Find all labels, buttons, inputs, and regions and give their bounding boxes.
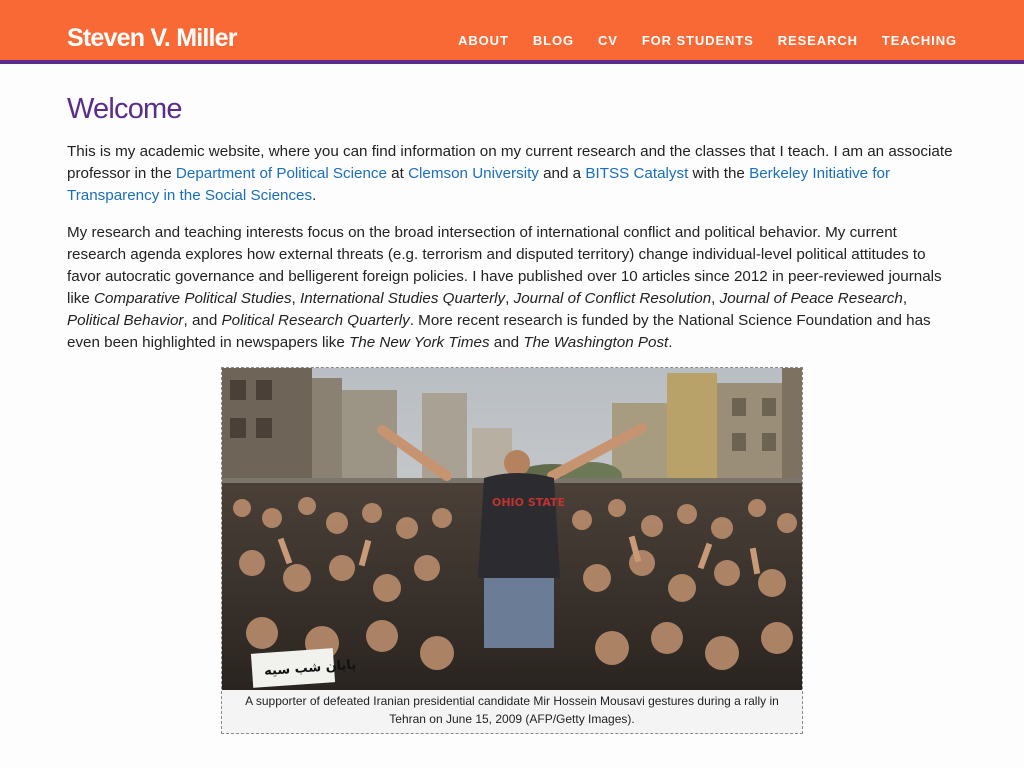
- journal-title: Journal of Conflict Resolution: [513, 290, 712, 307]
- figure-caption: A supporter of defeated Iranian presiden…: [245, 694, 779, 726]
- separator: ,: [711, 290, 720, 307]
- research-text: .: [668, 334, 673, 351]
- rally-photo: OHIO STATE پایان شب سیه: [222, 368, 802, 690]
- intro-text: with the: [688, 165, 750, 182]
- page-title: Welcome: [67, 93, 183, 125]
- separator: , and: [183, 312, 222, 329]
- intro-paragraph: This is my academic website, where you c…: [67, 141, 959, 207]
- separator: ,: [505, 290, 514, 307]
- main-nav: ABOUT BLOG CV FOR STUDENTS RESEARCH TEAC…: [458, 33, 957, 49]
- intro-text: and a: [538, 165, 586, 182]
- journal-title: Comparative Political Studies: [94, 290, 292, 307]
- intro-text: .: [312, 187, 317, 204]
- journal-title: International Studies Quarterly: [300, 290, 506, 307]
- link-bitss-catalyst[interactable]: BITSS Catalyst: [585, 165, 688, 182]
- link-clemson-university[interactable]: Clemson University: [408, 165, 539, 182]
- separator: ,: [902, 290, 908, 307]
- link-political-science-dept[interactable]: Department of Political Science: [176, 165, 387, 182]
- newspaper-title: The New York Times: [349, 334, 490, 351]
- nav-about[interactable]: ABOUT: [458, 33, 509, 49]
- separator: ,: [291, 290, 300, 307]
- main-content: Welcome This is my academic website, whe…: [67, 90, 959, 369]
- featured-figure: OHIO STATE پایان شب سیه A supporter of d…: [221, 367, 803, 734]
- research-paragraph: My research and teaching interests focus…: [67, 222, 959, 354]
- nav-blog[interactable]: BLOG: [533, 33, 574, 49]
- journal-title: Political Behavior: [67, 312, 184, 329]
- journal-title: Political Research Quarterly: [221, 312, 410, 329]
- site-header: Steven V. Miller ABOUT BLOG CV FOR STUDE…: [0, 0, 1024, 64]
- nav-for-students[interactable]: FOR STUDENTS: [642, 33, 754, 49]
- nav-research[interactable]: RESEARCH: [778, 33, 858, 49]
- nav-teaching[interactable]: TEACHING: [882, 33, 957, 49]
- newspaper-title: The Washington Post: [523, 334, 669, 351]
- nav-cv[interactable]: CV: [598, 33, 618, 49]
- intro-text: at: [386, 165, 409, 182]
- site-brand[interactable]: Steven V. Miller: [67, 22, 238, 54]
- journal-title: Journal of Peace Research: [719, 290, 903, 307]
- svg-text:OHIO STATE: OHIO STATE: [492, 496, 565, 509]
- research-text: and: [489, 334, 524, 351]
